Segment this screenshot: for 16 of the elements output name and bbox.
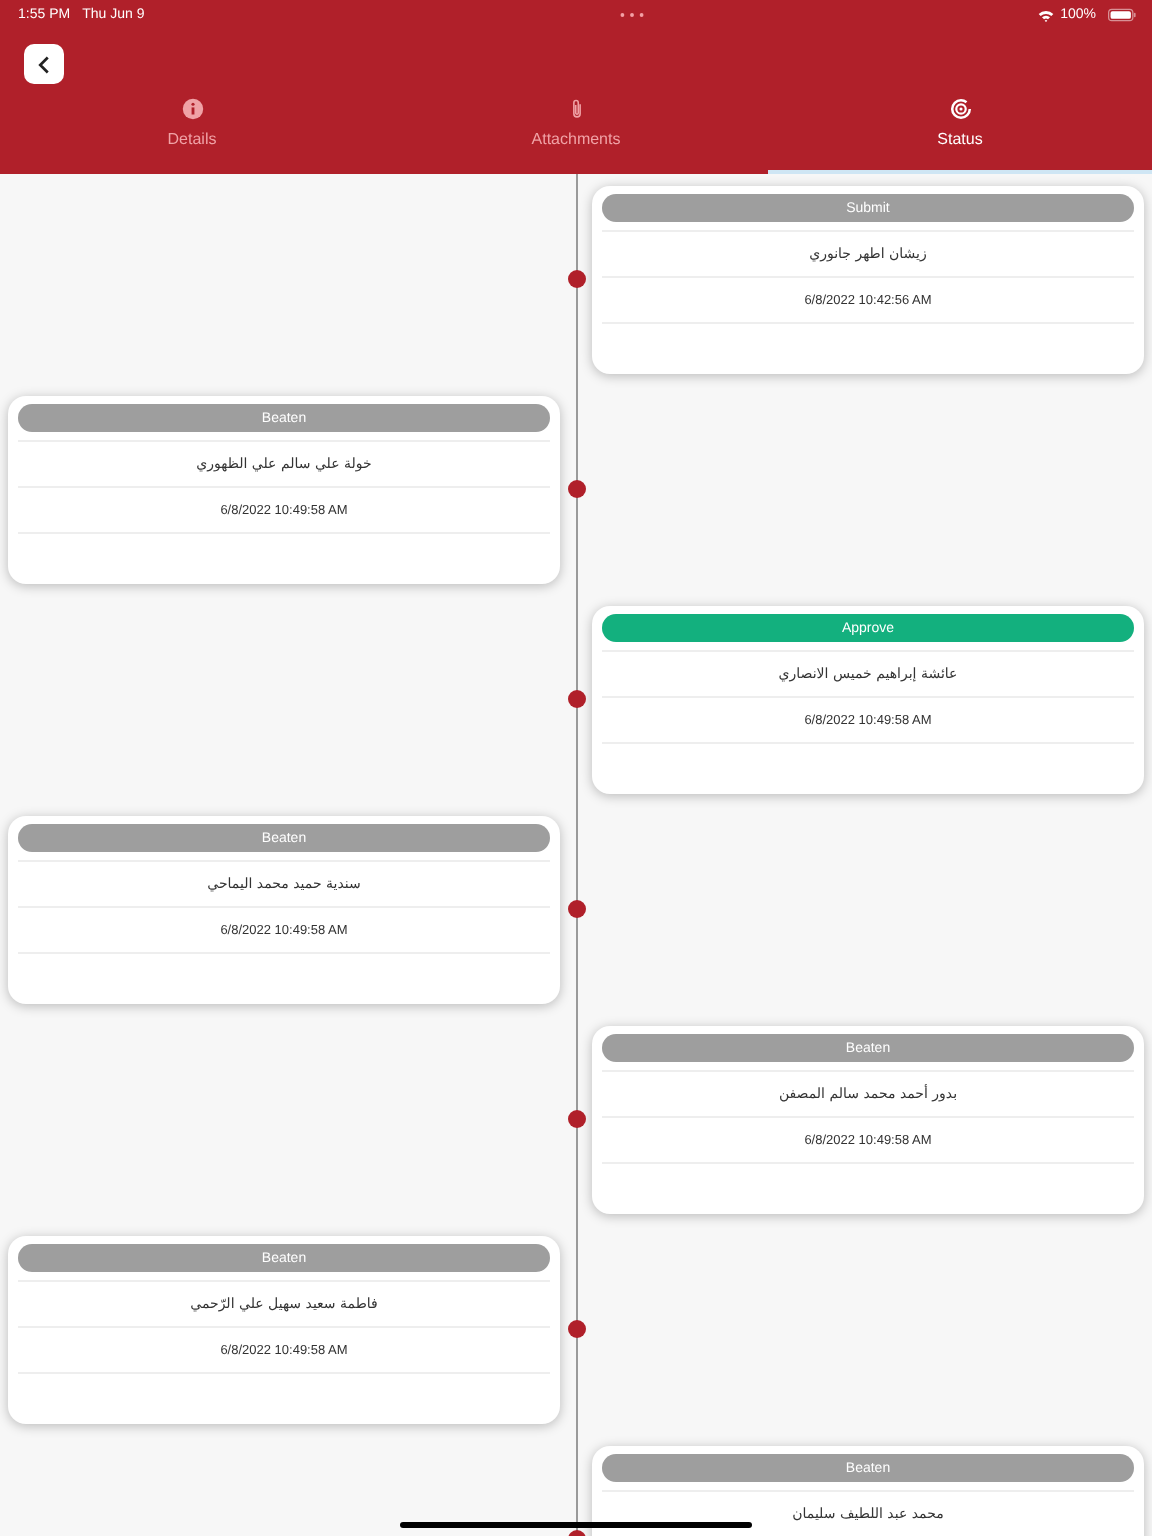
back-button[interactable] [24,44,64,84]
more-dots-icon [619,12,644,18]
timeline-dot [568,1110,586,1128]
info-icon [181,98,203,120]
tab[interactable]: Attachments [384,96,768,174]
tab[interactable]: Status [768,96,1152,174]
wifi-icon [1038,9,1055,21]
timeline-dot [568,1320,586,1338]
chevron-left-icon [38,55,50,73]
timeline-dot [568,690,586,708]
timeline-dot [568,270,586,288]
battery-icon [1108,8,1136,22]
timeline-dot [568,480,586,498]
timeline-dot [568,900,586,918]
tab[interactable]: Details [0,96,384,174]
target-icon [949,98,971,120]
